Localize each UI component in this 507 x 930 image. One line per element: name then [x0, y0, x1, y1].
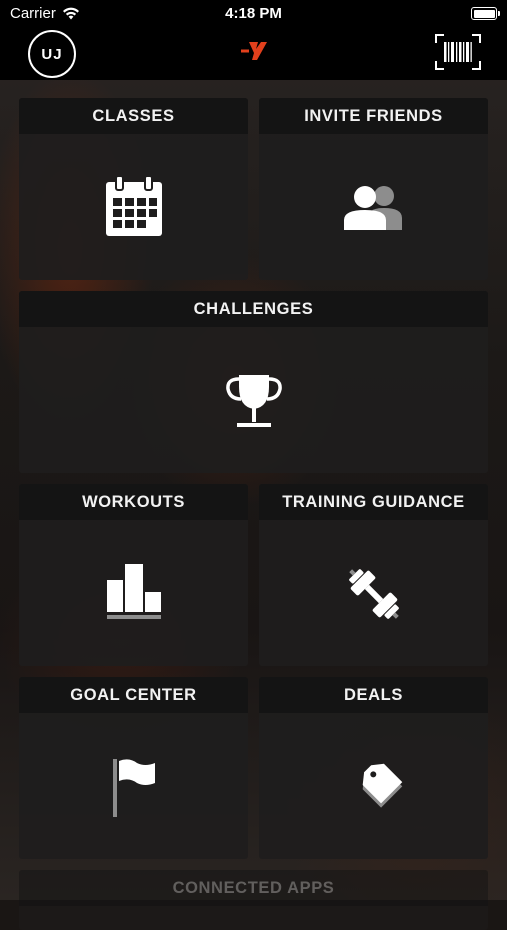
challenges-tile[interactable]: CHALLENGES [19, 291, 488, 473]
challenges-title: CHALLENGES [19, 291, 488, 327]
barcode-scan-icon[interactable] [435, 34, 481, 70]
training-guidance-tile[interactable]: TRAINING GUIDANCE [259, 484, 488, 666]
avatar-initials: UJ [41, 45, 63, 63]
status-bar: Carrier 4:18 PM [0, 0, 507, 28]
battery-icon [471, 7, 500, 20]
workouts-tile[interactable]: WORKOUTS [19, 484, 248, 666]
invite-friends-title: INVITE FRIENDS [259, 98, 488, 134]
calendar-icon [105, 176, 162, 236]
goal-center-tile[interactable]: GOAL CENTER [19, 677, 248, 859]
ymca-logo-icon[interactable] [241, 40, 267, 62]
flag-icon [112, 759, 155, 817]
people-icon [343, 186, 402, 230]
classes-tile[interactable]: CLASSES [19, 98, 248, 280]
user-avatar-button[interactable]: UJ [28, 30, 76, 78]
connected-apps-tile[interactable]: CONNECTED APPS [19, 870, 488, 930]
tag-icon [362, 763, 402, 808]
classes-title: CLASSES [19, 98, 248, 134]
invite-friends-tile[interactable]: INVITE FRIENDS [259, 98, 488, 280]
dashboard-grid: CLASSES INVITE FRIENDS CHALLENGES WORKOU… [0, 0, 507, 930]
workouts-title: WORKOUTS [19, 484, 248, 520]
bar-chart-icon [106, 564, 161, 619]
connected-apps-title: CONNECTED APPS [19, 870, 488, 906]
dumbbell-icon [348, 569, 399, 619]
deals-title: DEALS [259, 677, 488, 713]
trophy-icon [225, 375, 282, 427]
deals-tile[interactable]: DEALS [259, 677, 488, 859]
goal-center-title: GOAL CENTER [19, 677, 248, 713]
training-guidance-title: TRAINING GUIDANCE [259, 484, 488, 520]
top-nav-bar: UJ [0, 28, 507, 80]
status-time: 4:18 PM [225, 5, 282, 22]
